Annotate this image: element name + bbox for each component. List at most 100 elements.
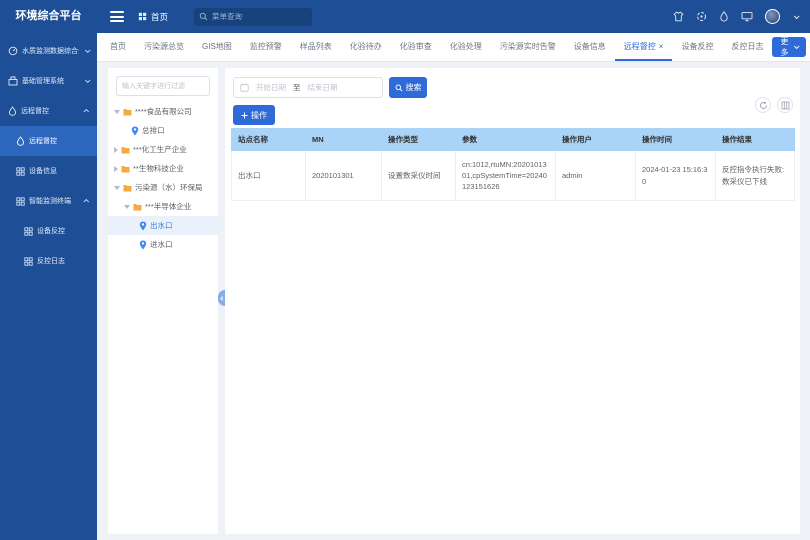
sidebar-item-device-reverse-control[interactable]: 设备反控 [0,216,97,246]
search-button[interactable]: 搜索 [389,77,427,98]
menu-search-box [194,8,312,26]
menu-search-input[interactable] [212,12,307,21]
chevron-down-icon [794,43,800,49]
col-site-name: 站点名称 [232,129,306,151]
start-date-placeholder: 开始日期 [256,82,286,93]
chevron-down-icon[interactable] [794,13,800,19]
sidebar-item-remote-control[interactable]: 远程督控 [0,126,97,156]
expand-arrow-icon[interactable] [124,205,130,209]
tree-node-label: ***化工生产企业 [133,144,187,155]
tree-node-chemical-company[interactable]: ***化工生产企业 [108,140,218,159]
cell-params: cn:1012,rtuMN:2020101301,cpSystemTime=20… [456,151,556,201]
app-window: 环境综合平台 水质监测数据综合分析 基础管理系统 远程督控 远程督控 [0,0,810,540]
cell-site-name: 出水口 [232,151,306,201]
tree-filter-input[interactable] [116,76,210,96]
tree-node-inlet[interactable]: 进水口 [108,235,218,254]
expand-arrow-icon[interactable] [114,166,118,172]
table-row[interactable]: 出水口 2020101301 设置数采仪时间 cn:1012,rtuMN:202… [232,151,795,201]
chevron-down-icon [85,47,91,53]
plus-icon [241,112,248,119]
tree-node-semiconductor-company[interactable]: ***半导体企业 [108,197,218,216]
tree-node-label: 总排口 [142,125,165,136]
tab-reverse-control-log[interactable]: 反控日志 [722,33,772,61]
sidebar-item-water-quality-analysis[interactable]: 水质监测数据综合分析 [0,36,97,66]
grid-icon [16,167,25,176]
avatar[interactable] [765,9,780,24]
sidebar-item-reverse-control-log[interactable]: 反控日志 [0,246,97,276]
sidebar-item-device-info[interactable]: 设备信息 [0,156,97,186]
sidebar-group-smart-terminal[interactable]: 智能监测终端 [0,186,97,216]
table-header-row: 站点名称 MN 操作类型 参数 操作用户 操作时间 操作结果 [232,129,795,151]
col-operation-time: 操作时间 [636,129,716,151]
sidebar-item-label: 基础管理系统 [22,76,79,86]
grid-icon [24,227,33,236]
tab-device-reverse-control[interactable]: 设备反控 [672,33,722,61]
action-button[interactable]: 操作 [233,105,275,125]
folder-icon [121,165,130,173]
topbar-icons [673,9,810,24]
tab-lab-todo[interactable]: 化验待办 [341,33,391,61]
tree-node-label: **生物科技企业 [133,163,184,174]
end-date-placeholder: 结束日期 [308,82,338,93]
more-tabs-button[interactable]: 更多 [772,37,806,57]
folder-icon [123,184,132,192]
monitor-icon[interactable] [741,11,753,22]
sidebar-item-label: 设备反控 [37,226,89,236]
site-tree: ****食品有限公司 总排口 ***化工生产企业 **生物科技企业 [108,102,218,254]
tree-node-label: 进水口 [150,239,173,250]
sidebar-item-label: 智能监测终端 [29,196,79,206]
search-icon [395,84,403,92]
tab-device-info[interactable]: 设备信息 [565,33,615,61]
tab-remote-control[interactable]: 远程督控× [615,33,673,61]
chevron-left-icon [220,296,224,300]
chevron-up-icon [83,109,89,115]
tree-collapse-handle[interactable] [218,290,225,306]
tab-realtime-alarm[interactable]: 污染源实时告警 [491,33,565,61]
tab-lab-process[interactable]: 化验处理 [441,33,491,61]
pie-icon[interactable] [696,11,707,22]
content-area: ****食品有限公司 总排口 ***化工生产企业 **生物科技企业 [97,62,810,540]
tree-node-epa-bureau[interactable]: 污染源（水）环保局 [108,178,218,197]
expand-arrow-icon[interactable] [114,186,120,190]
tree-node-label: 污染源（水）环保局 [135,182,203,193]
column-settings-button[interactable] [777,97,793,113]
sidebar-nav: 水质监测数据综合分析 基础管理系统 远程督控 远程督控 设备信息 [0,36,97,276]
tree-node-biotech-company[interactable]: **生物科技企业 [108,159,218,178]
col-operation-type: 操作类型 [382,129,456,151]
tab-monitor-alert[interactable]: 监控预警 [241,33,291,61]
folder-icon [121,146,130,154]
tab-home[interactable]: 首页 [101,33,135,61]
tree-node-main-outlet[interactable]: 总排口 [108,121,218,140]
site-tree-panel: ****食品有限公司 总排口 ***化工生产企业 **生物科技企业 [108,68,218,534]
map-pin-icon [131,126,139,136]
breadcrumb[interactable]: 首页 [138,11,168,23]
tree-node-label: 出水口 [150,220,173,231]
tree-node-food-company[interactable]: ****食品有限公司 [108,102,218,121]
tree-node-outlet[interactable]: 出水口 [108,216,218,235]
flame-icon[interactable] [719,11,729,22]
refresh-button[interactable] [755,97,771,113]
tab-sample-list[interactable]: 样品列表 [291,33,341,61]
sidebar-item-base-management[interactable]: 基础管理系统 [0,66,97,96]
tab-gis-map[interactable]: GIS地图 [193,33,241,61]
calendar-icon [240,83,249,92]
more-label: 更多 [780,36,788,58]
col-operation-result: 操作结果 [716,129,795,151]
menu-toggle-icon[interactable] [110,9,124,25]
sidebar-item-label: 远程督控 [21,106,79,116]
sidebar: 环境综合平台 水质监测数据综合分析 基础管理系统 远程督控 远程督控 [0,0,97,540]
sidebar-item-label: 设备信息 [29,166,89,176]
cell-operator: admin [556,151,636,201]
tab-close-icon[interactable]: × [659,42,664,51]
col-mn: MN [306,129,382,151]
expand-arrow-icon[interactable] [114,147,118,153]
operation-log-panel: 开始日期 至 结束日期 搜索 操作 [225,68,800,534]
sidebar-group-remote-control[interactable]: 远程督控 [0,96,97,126]
breadcrumb-label: 首页 [151,11,168,23]
tabbar: 首页 污染源总览 GIS地图 监控预警 样品列表 化验待办 化验审查 化验处理 … [97,33,810,62]
shirt-icon[interactable] [673,11,684,22]
tab-lab-review[interactable]: 化验审查 [391,33,441,61]
tab-pollution-overview[interactable]: 污染源总览 [135,33,193,61]
date-range-picker[interactable]: 开始日期 至 结束日期 [233,77,383,98]
expand-arrow-icon[interactable] [114,110,120,114]
